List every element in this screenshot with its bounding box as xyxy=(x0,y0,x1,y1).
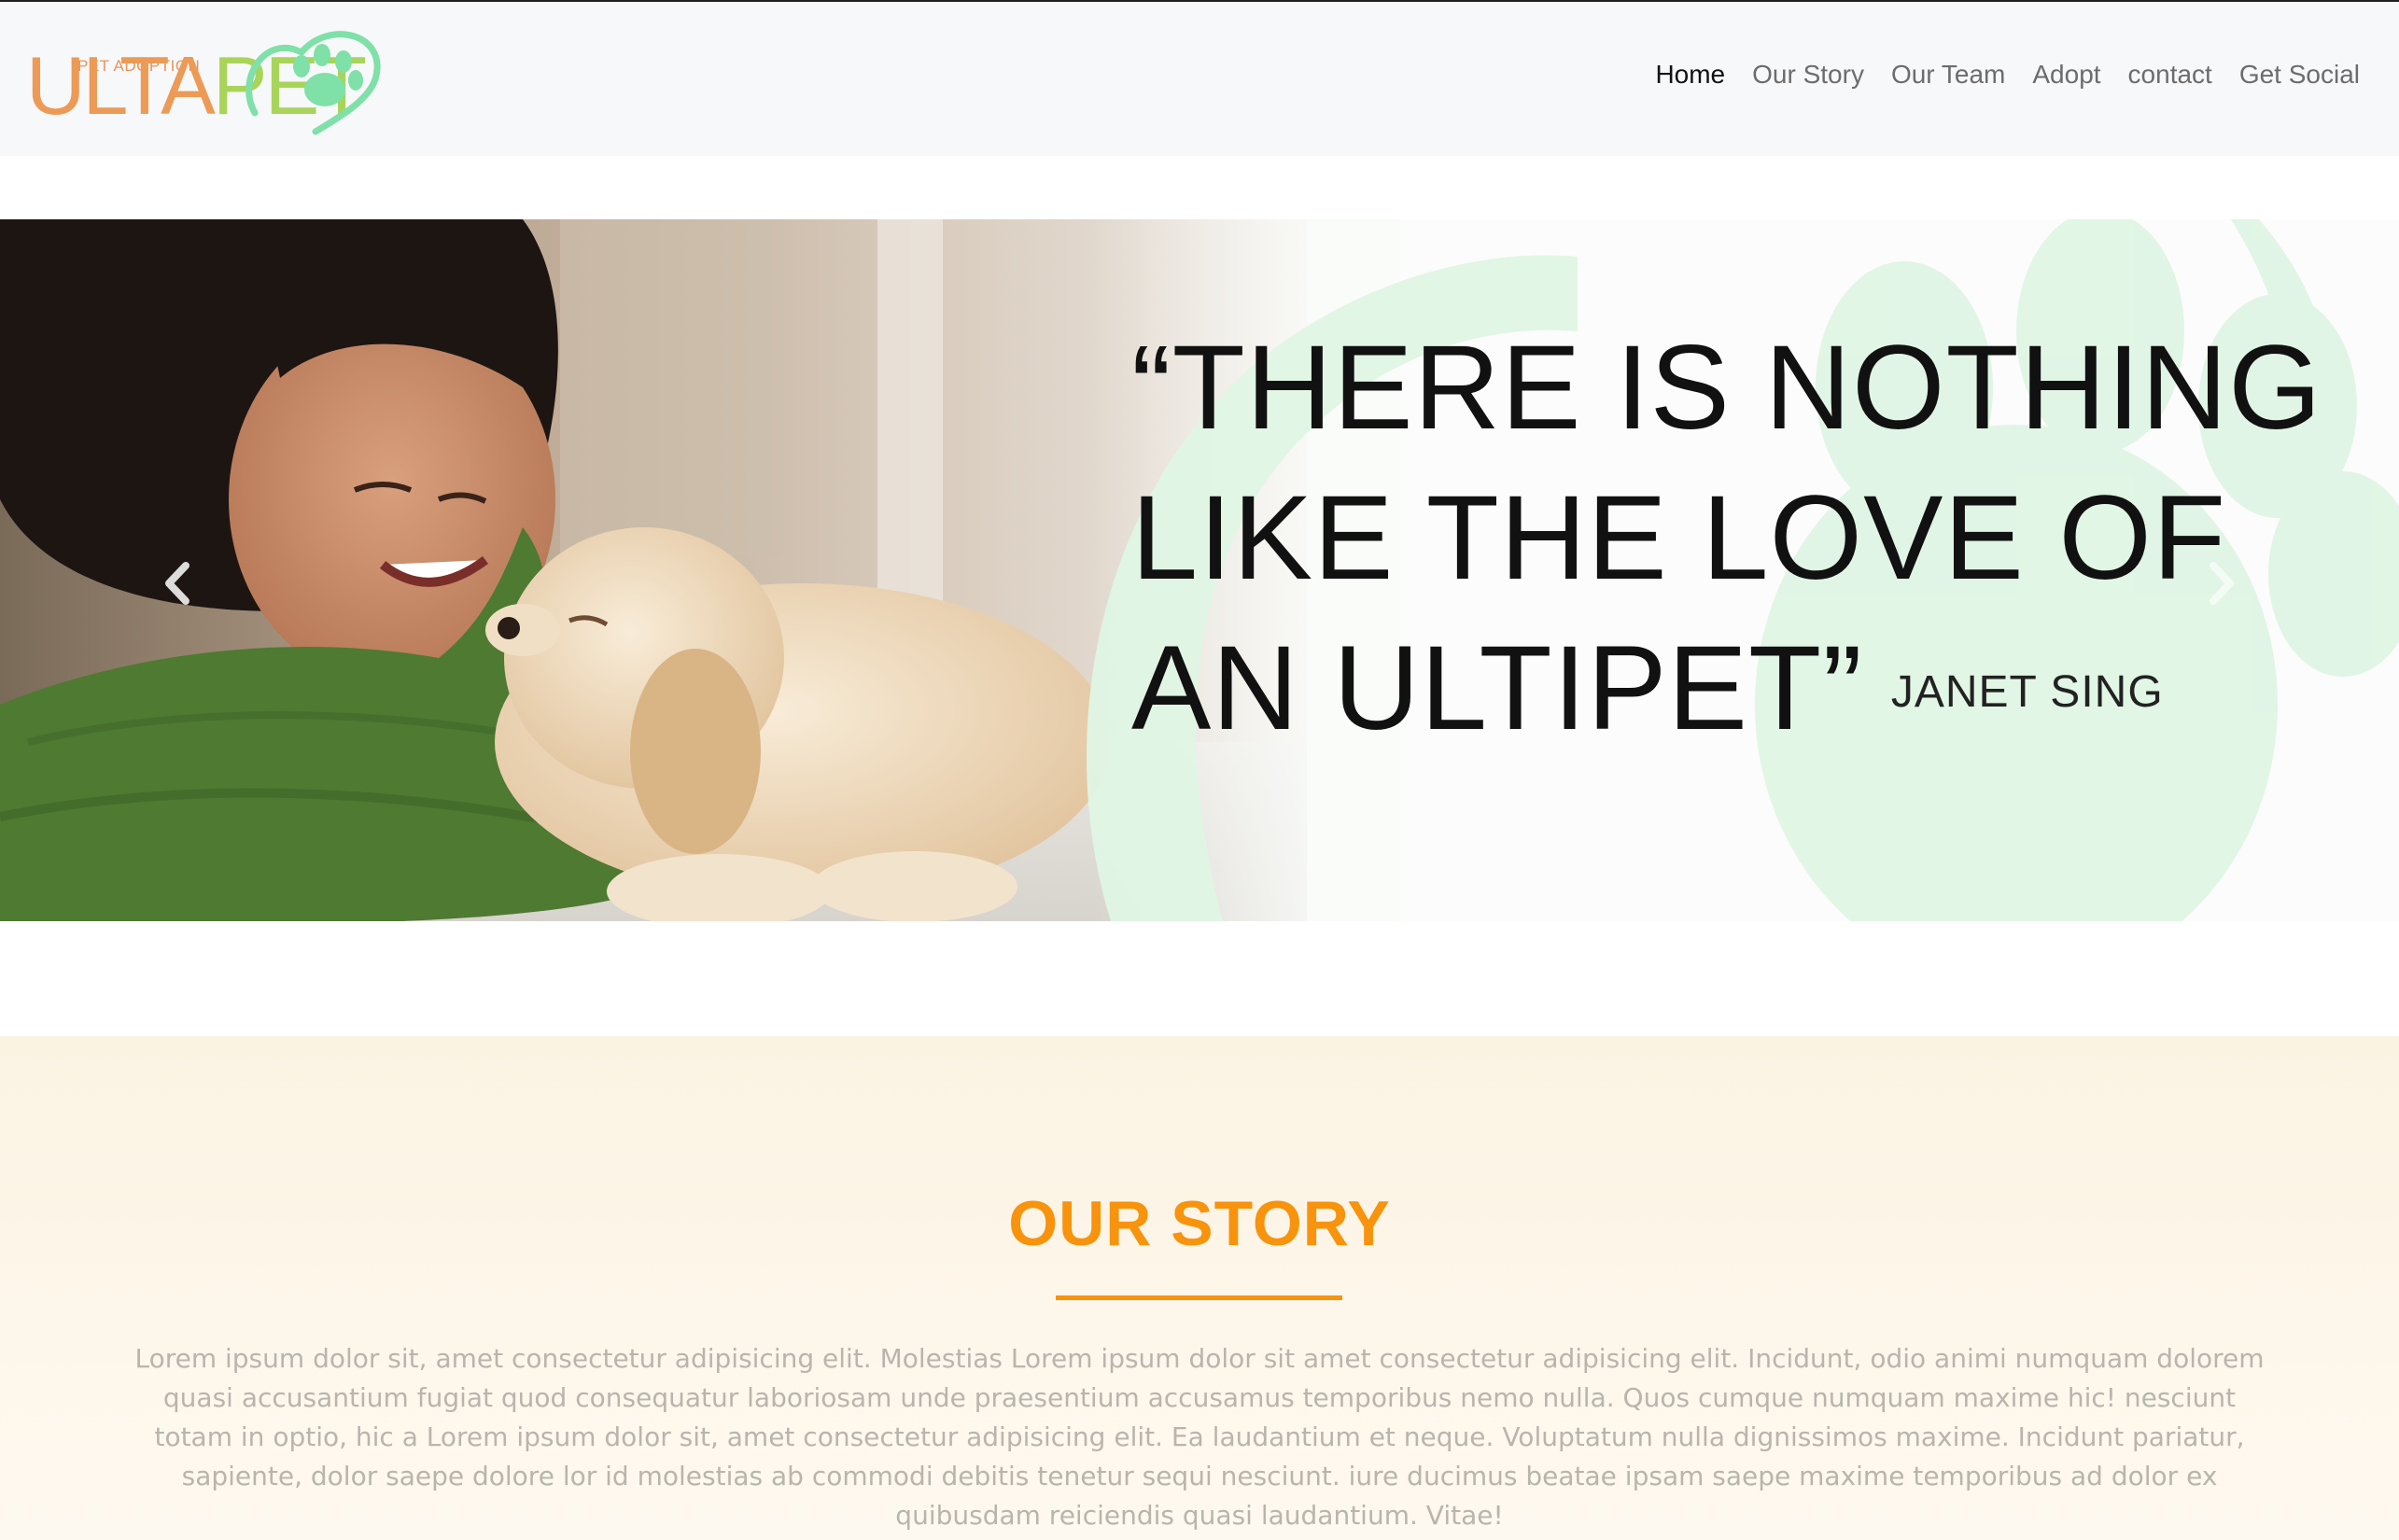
our-story-section: OUR STORY Lorem ipsum dolor sit, amet co… xyxy=(0,1036,2399,1540)
nav-contact[interactable]: contact xyxy=(2128,60,2212,90)
quote-line-3-wrap: AN ULTIPET” JANET SING xyxy=(1131,613,2322,773)
page: PET ADOPTION ULTAPET Home Our Story Our … xyxy=(0,0,2399,1540)
carousel-prev-button[interactable] xyxy=(149,541,205,625)
chevron-right-icon xyxy=(2210,562,2234,605)
nav-get-social[interactable]: Get Social xyxy=(2239,60,2360,90)
main-nav: Home Our Story Our Team Adopt contact Ge… xyxy=(1655,60,2360,90)
title-underline xyxy=(1056,1295,1342,1300)
chevron-left-icon xyxy=(165,562,189,605)
nav-adopt[interactable]: Adopt xyxy=(2032,60,2100,90)
quote-author: JANET SING xyxy=(1890,666,2164,717)
heart-paw-icon xyxy=(246,31,381,135)
nav-our-team[interactable]: Our Team xyxy=(1891,60,2005,90)
nav-home[interactable]: Home xyxy=(1655,60,1725,90)
quote-line-1: “THERE IS NOTHING xyxy=(1131,321,2322,455)
story-paragraph: Lorem ipsum dolor sit, amet consectetur … xyxy=(134,1343,2265,1531)
hero-carousel: “THERE IS NOTHING LIKE THE LOVE OF AN UL… xyxy=(0,219,2399,921)
logo-word-ulta: ULTA xyxy=(26,39,216,132)
ultapet-logo[interactable]: PET ADOPTION ULTAPET xyxy=(26,24,381,136)
hero-quote: “THERE IS NOTHING LIKE THE LOVE OF AN UL… xyxy=(1131,313,2322,773)
quote-line-2: LIKE THE LOVE OF xyxy=(1131,471,2227,605)
navbar: PET ADOPTION ULTAPET Home Our Story Our … xyxy=(0,0,2399,156)
nav-our-story[interactable]: Our Story xyxy=(1752,60,1864,90)
quote-line-3: AN ULTIPET” xyxy=(1131,622,1863,755)
section-title: OUR STORY xyxy=(1008,1188,1391,1259)
carousel-next-button[interactable] xyxy=(2194,541,2250,625)
